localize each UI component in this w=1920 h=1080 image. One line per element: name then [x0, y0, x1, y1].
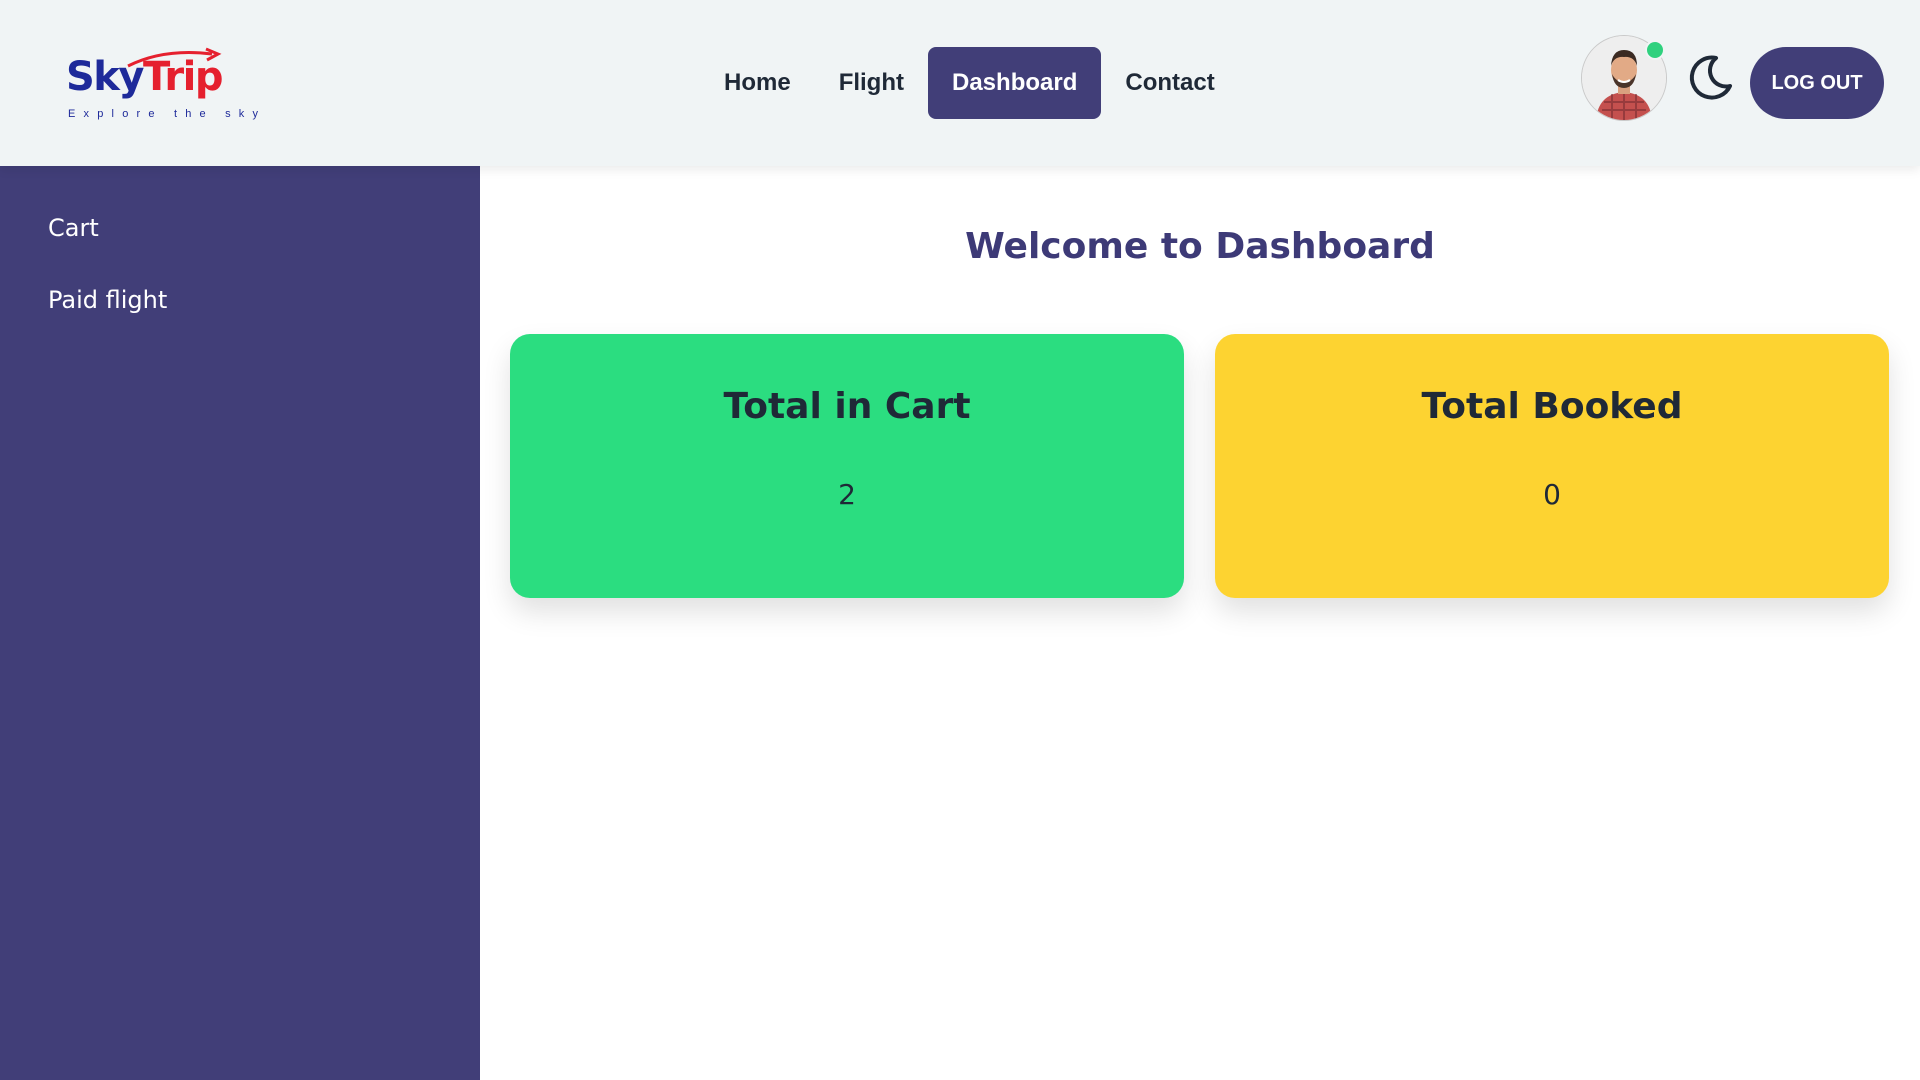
nav-flight[interactable]: Flight — [815, 47, 928, 119]
sidebar: Cart Paid flight — [0, 166, 480, 1080]
card-title: Total in Cart — [723, 386, 971, 427]
logo-tagline: Explore the sky — [68, 108, 267, 120]
logo-trip-text: Trip — [142, 54, 223, 100]
logo-sky-text: Sky — [66, 54, 144, 100]
online-status-dot — [1645, 40, 1665, 60]
skytrip-logo[interactable]: SkyTrip Explore the sky — [66, 46, 258, 126]
card-title: Total Booked — [1421, 386, 1683, 427]
moon-icon[interactable] — [1686, 54, 1734, 102]
card-value: 0 — [1543, 478, 1561, 511]
page-title: Welcome to Dashboard — [965, 226, 1435, 267]
sidebar-item-paid-flight[interactable]: Paid flight — [48, 286, 167, 314]
top-header: SkyTrip Explore the sky Home Flight Dash… — [0, 0, 1920, 166]
logo-wordmark: SkyTrip — [66, 54, 223, 100]
card-value: 2 — [838, 478, 856, 511]
main-nav: Home Flight Dashboard Contact — [700, 47, 1239, 119]
total-booked-card: Total Booked 0 — [1215, 334, 1889, 598]
nav-dashboard[interactable]: Dashboard — [928, 47, 1102, 119]
sidebar-item-cart[interactable]: Cart — [48, 214, 99, 242]
nav-contact[interactable]: Contact — [1101, 47, 1238, 119]
total-in-cart-card: Total in Cart 2 — [510, 334, 1184, 598]
nav-home[interactable]: Home — [700, 47, 815, 119]
logout-button[interactable]: LOG OUT — [1750, 47, 1884, 119]
